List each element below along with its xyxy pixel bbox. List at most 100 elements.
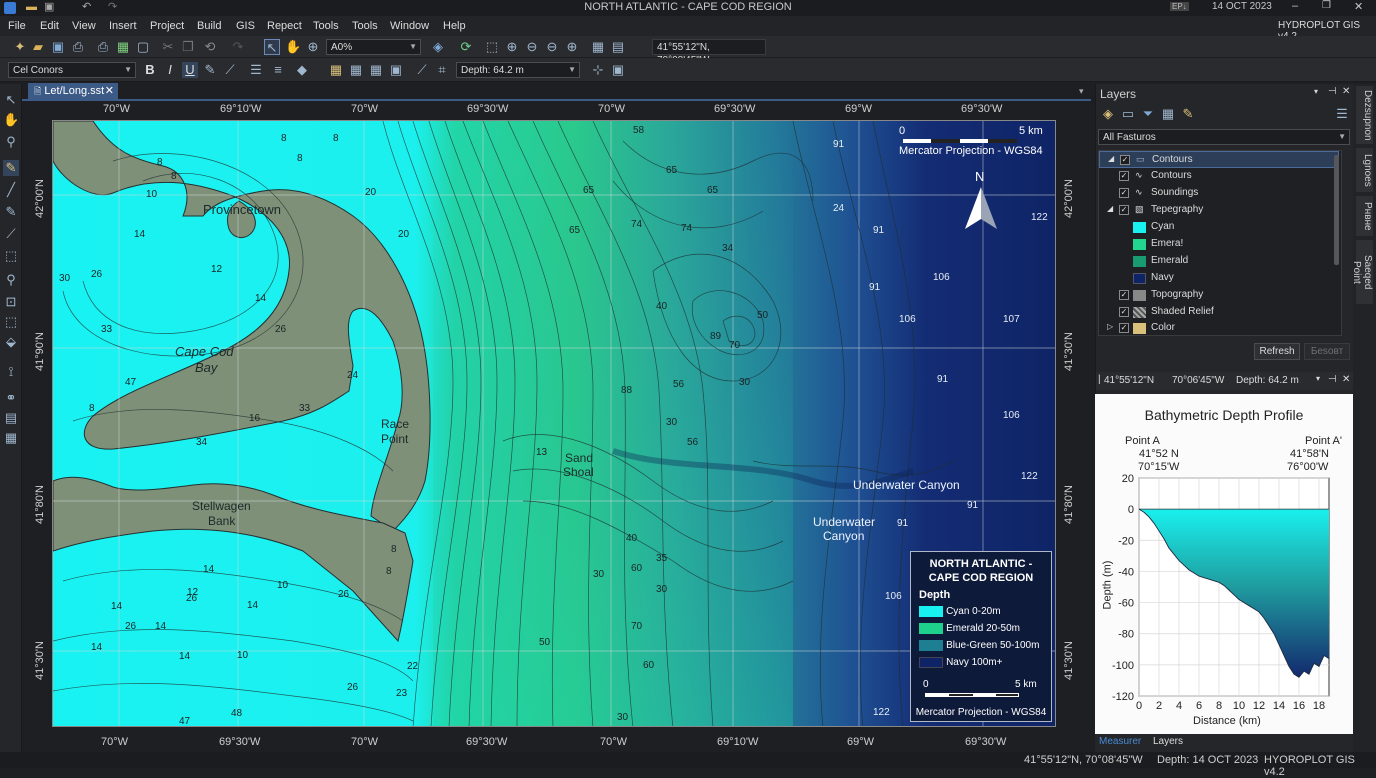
line-tool-icon[interactable]: ⟋: [222, 62, 238, 78]
layers-stack-icon[interactable]: ◈: [430, 39, 446, 55]
print-icon[interactable]: ⎙: [70, 39, 86, 55]
identify-icon[interactable]: ⬚: [3, 314, 19, 330]
layer-row[interactable]: Navy: [1099, 270, 1339, 287]
zoom-extent-icon[interactable]: ⊕: [564, 39, 580, 55]
cut-icon[interactable]: ✂: [160, 39, 176, 55]
menu-tools[interactable]: Tools: [313, 20, 339, 32]
export-icon[interactable]: ▦: [115, 39, 131, 55]
layer-row[interactable]: ✓ ∿ Contours: [1099, 168, 1339, 185]
node-icon[interactable]: ⬙: [3, 334, 19, 350]
underline-icon[interactable]: U: [182, 62, 198, 78]
magnifier-icon[interactable]: ⚲: [3, 134, 19, 150]
copy-icon[interactable]: ❐: [180, 39, 196, 55]
maximize-button[interactable]: ❐: [1322, 0, 1331, 11]
layer-row[interactable]: Cyan: [1099, 219, 1339, 236]
edit-icon[interactable]: ✎: [1180, 106, 1196, 122]
grid-icon[interactable]: ▦: [590, 39, 606, 55]
layer-checkbox[interactable]: ✓: [1119, 171, 1129, 181]
globe-icon[interactable]: ⊕: [305, 39, 321, 55]
measure-icon[interactable]: ⟟: [3, 364, 19, 380]
table-grid-icon[interactable]: ▦: [328, 62, 344, 78]
close-icon[interactable]: ✕: [1342, 374, 1350, 385]
save-icon[interactable]: ▣: [50, 39, 66, 55]
table-grid-icon-3[interactable]: ▦: [368, 62, 384, 78]
polyline-icon[interactable]: ⟋: [3, 226, 19, 242]
layer-row[interactable]: ◢ ✓ ▧ Tepegraphy: [1099, 202, 1339, 219]
line-icon[interactable]: ╱: [3, 182, 19, 198]
zoom-in-icon[interactable]: ⊕: [504, 39, 520, 55]
side-tab-3[interactable]: Рнвне: [1356, 196, 1373, 236]
reset-button[interactable]: Беsовт: [1304, 343, 1350, 360]
layer-checkbox[interactable]: ✓: [1119, 290, 1129, 300]
link-icon[interactable]: ⚭: [3, 390, 19, 406]
hand-icon[interactable]: ✋: [3, 112, 19, 128]
menu-file[interactable]: File: [8, 20, 26, 32]
crosshair-icon[interactable]: ⊹: [590, 62, 606, 78]
menu-window[interactable]: Window: [390, 20, 429, 32]
expand-icon[interactable]: ◢: [1107, 204, 1113, 213]
layer-row[interactable]: ✓ Topography: [1099, 287, 1339, 304]
expand-icon[interactable]: ◢: [1108, 154, 1114, 163]
menu-icon[interactable]: ☰: [1334, 106, 1350, 122]
pan-hand-icon[interactable]: ✋: [285, 39, 301, 55]
select-pointer-icon[interactable]: ↖: [264, 39, 280, 55]
menu-repect[interactable]: Repect: [267, 20, 302, 32]
pen-icon[interactable]: ✎: [202, 62, 218, 78]
layer-stack-icon[interactable]: ◈: [1100, 106, 1116, 122]
dropdown-icon[interactable]: ▾: [1316, 374, 1320, 383]
side-tab-legends[interactable]: Lgnoes: [1356, 148, 1373, 192]
redo-icon[interactable]: ↷: [230, 39, 246, 55]
vertex-icon[interactable]: ⬚: [3, 248, 19, 264]
menu-edit[interactable]: Edit: [40, 20, 59, 32]
layer-checkbox[interactable]: ✓: [1119, 323, 1129, 333]
zoom-out-icon[interactable]: ⊖: [524, 39, 540, 55]
refresh-icon[interactable]: ⟳: [458, 39, 474, 55]
image-icon[interactable]: ▣: [388, 62, 404, 78]
menu-gis[interactable]: GIS: [236, 20, 255, 32]
list-icon[interactable]: ☰: [248, 62, 264, 78]
zoom-box-icon[interactable]: ⊡: [3, 294, 19, 310]
close-button[interactable]: ✕: [1354, 0, 1363, 13]
minimize-button[interactable]: –: [1292, 0, 1298, 12]
expand-icon[interactable]: ▷: [1107, 322, 1113, 331]
menu-tools-2[interactable]: Tools: [352, 20, 378, 32]
select-rect-icon[interactable]: ⬚: [484, 39, 500, 55]
layer-checkbox[interactable]: ✓: [1120, 155, 1130, 165]
layer-checkbox[interactable]: ✓: [1119, 188, 1129, 198]
pencil-icon[interactable]: ✎: [3, 160, 19, 176]
layer-row[interactable]: Emerald: [1099, 253, 1339, 270]
label-icon[interactable]: ⌗: [434, 62, 450, 78]
tab-layers[interactable]: Layers: [1153, 736, 1183, 747]
font-select[interactable]: Cel Conors ▼: [8, 62, 136, 78]
search-icon[interactable]: ⚲: [3, 272, 19, 288]
layer-scrollbar[interactable]: [1334, 155, 1339, 265]
layer-row[interactable]: ✓ ∿ Soundings: [1099, 185, 1339, 202]
layer-checkbox[interactable]: ✓: [1119, 307, 1129, 317]
menu-project[interactable]: Project: [150, 20, 184, 32]
menu-build[interactable]: Build: [197, 20, 221, 32]
print-preview-icon[interactable]: ⎙: [95, 39, 111, 55]
zoom-select[interactable]: A0% ▼: [326, 39, 421, 55]
open-folder-icon[interactable]: ▰: [30, 39, 46, 55]
layer-row[interactable]: ✓ Shaded Relief: [1099, 304, 1339, 321]
layer-row[interactable]: Emera!: [1099, 236, 1339, 253]
layer-filter-select[interactable]: All Fasturos ▼: [1098, 129, 1350, 145]
table-icon[interactable]: ▦: [1160, 106, 1176, 122]
bathymetric-map[interactable]: Provincetown Cape Cod Bay Race Point Ste…: [52, 120, 1056, 727]
symbol-icon[interactable]: ◆: [294, 62, 310, 78]
layer-row[interactable]: ▷ ✓ Color: [1099, 321, 1339, 335]
frame-icon[interactable]: ▣: [610, 62, 626, 78]
table-icon[interactable]: ▦: [3, 430, 19, 446]
table-grid-icon-2[interactable]: ▦: [348, 62, 364, 78]
measure-icon[interactable]: ⟋: [414, 62, 430, 78]
pin-icon[interactable]: ⊣: [1328, 374, 1337, 385]
side-tab-description[interactable]: Dezsupnon: [1356, 86, 1373, 144]
document-icon[interactable]: ▢: [135, 39, 151, 55]
brush-icon[interactable]: ✎: [3, 204, 19, 220]
new-file-icon[interactable]: ✦: [12, 39, 28, 55]
layout-icon[interactable]: ▤: [3, 410, 19, 426]
tab-overflow-icon[interactable]: ▾: [1079, 86, 1084, 97]
layer-row[interactable]: ◢ ✓ ▭ Contours: [1099, 151, 1339, 168]
rotate-icon[interactable]: ⟲: [202, 39, 218, 55]
close-icon[interactable]: ✕: [1342, 86, 1350, 97]
